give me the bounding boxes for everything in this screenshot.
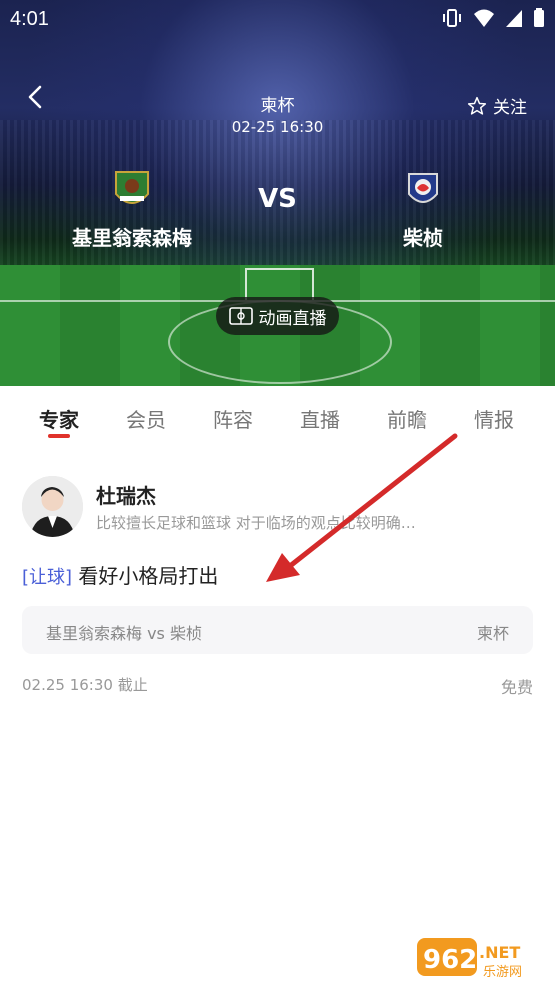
tab-lineup[interactable]: 阵容 xyxy=(213,404,253,433)
expert-name: 杜瑞杰 xyxy=(96,484,156,508)
live-button-label: 动画直播 xyxy=(258,308,327,329)
battery-icon xyxy=(534,8,544,27)
wifi-icon xyxy=(474,9,494,27)
follow-button[interactable]: 关注 xyxy=(467,93,527,118)
price-label: 免费 xyxy=(500,678,533,697)
animation-live-button[interactable]: 动画直播 xyxy=(216,297,339,335)
pick-tag: [让球] xyxy=(22,567,73,588)
svg-text:962: 962 xyxy=(423,945,477,975)
status-time: 4:01 xyxy=(10,8,49,30)
pick-title[interactable]: [让球] 看好小格局打出 xyxy=(22,560,218,589)
away-team[interactable]: 柴桢 xyxy=(323,168,523,251)
svg-text:.NET: .NET xyxy=(479,943,520,962)
goal-frame xyxy=(245,268,314,300)
pick-text: 看好小格局打出 xyxy=(78,564,219,588)
follow-label: 关注 xyxy=(493,98,527,118)
match-card-league: 柬杯 xyxy=(476,624,509,643)
match-card[interactable]: 基里翁索森梅 vs 柴桢 柬杯 xyxy=(22,606,533,654)
cell-signal-icon xyxy=(506,10,522,27)
away-team-name: 柴桢 xyxy=(403,226,443,250)
tab-expert[interactable]: 专家 xyxy=(39,404,79,433)
home-team-name: 基里翁索森梅 xyxy=(72,226,192,250)
match-card-teams: 基里翁索森梅 vs 柴桢 xyxy=(46,624,202,643)
active-tab-indicator xyxy=(48,434,70,438)
tab-bar: 专家 会员 阵容 直播 前瞻 情报 xyxy=(0,386,555,448)
vibrate-icon xyxy=(443,9,461,27)
watermark-logo: 962 .NET 乐游网 xyxy=(417,936,547,982)
tab-live[interactable]: 直播 xyxy=(300,404,340,433)
expert-description: 比较擅长足球和篮球 对于临场的观点比较明确… xyxy=(96,514,416,532)
avatar xyxy=(22,476,83,537)
status-bar: 4:01 xyxy=(0,0,555,38)
away-team-logo xyxy=(401,168,445,212)
tab-intel[interactable]: 情报 xyxy=(474,404,514,433)
pitch-icon xyxy=(228,307,253,325)
tab-member[interactable]: 会员 xyxy=(126,404,166,433)
expert-profile[interactable]: 杜瑞杰 比较擅长足球和篮球 对于临场的观点比较明确… xyxy=(22,476,537,540)
deadline-text: 02.25 16:30 截止 xyxy=(22,676,148,694)
tab-preview[interactable]: 前瞻 xyxy=(387,404,427,433)
svg-text:乐游网: 乐游网 xyxy=(483,965,522,980)
match-datetime: 02-25 16:30 xyxy=(231,118,324,136)
star-icon xyxy=(467,96,487,115)
